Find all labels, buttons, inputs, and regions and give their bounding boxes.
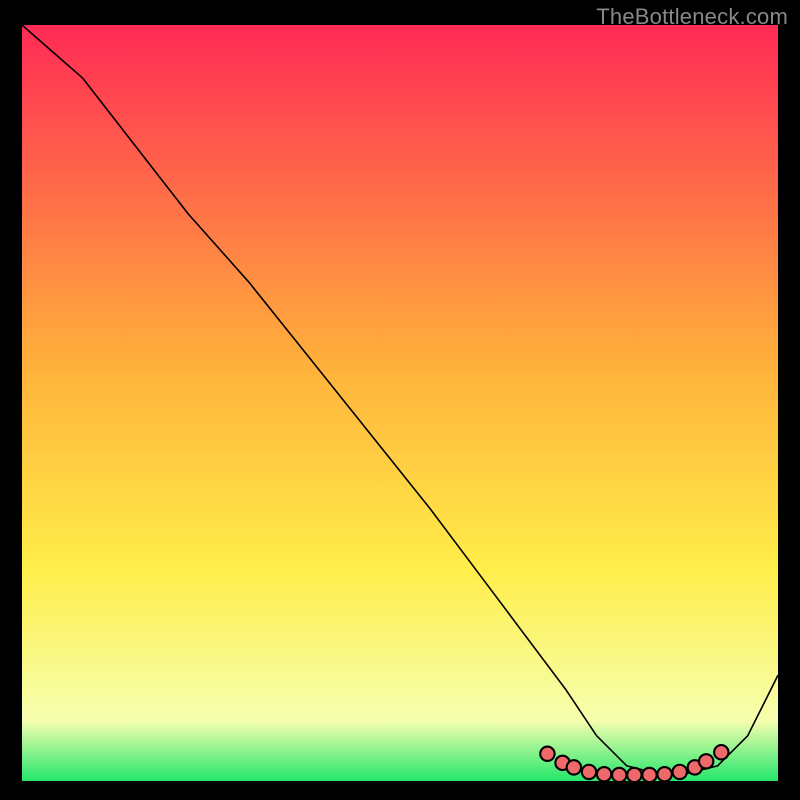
- sweet-spot-marker: [627, 768, 641, 781]
- bottleneck-chart: [22, 25, 778, 781]
- sweet-spot-marker: [714, 745, 728, 759]
- sweet-spot-marker: [642, 768, 656, 781]
- chart-frame: TheBottleneck.com: [0, 0, 800, 800]
- sweet-spot-marker: [673, 765, 687, 779]
- sweet-spot-marker: [699, 754, 713, 768]
- sweet-spot-marker: [657, 767, 671, 781]
- sweet-spot-marker: [540, 747, 554, 761]
- sweet-spot-marker: [567, 760, 581, 774]
- sweet-spot-marker: [597, 767, 611, 781]
- heat-background: [22, 25, 778, 781]
- sweet-spot-marker: [612, 768, 626, 781]
- sweet-spot-marker: [582, 765, 596, 779]
- watermark-text: TheBottleneck.com: [596, 4, 788, 30]
